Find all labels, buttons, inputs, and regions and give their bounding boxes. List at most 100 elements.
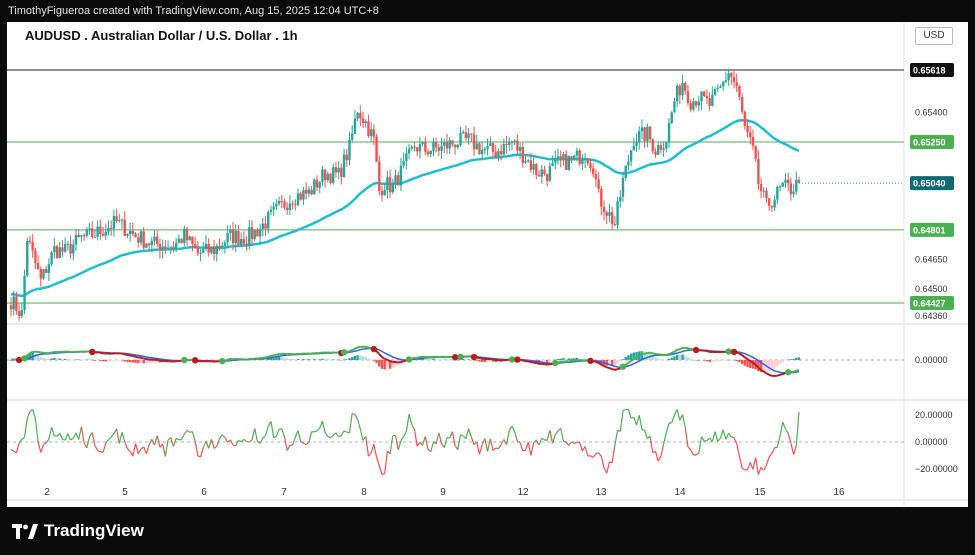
macd-hist-bar-42 bbox=[123, 360, 126, 362]
osc-seg-121 bbox=[335, 432, 340, 438]
level-label-2: 0.64801 bbox=[913, 225, 946, 235]
candle-body-17 bbox=[55, 246, 59, 258]
osc-seg-23 bbox=[70, 437, 74, 441]
candle-body-52 bbox=[150, 240, 154, 246]
macd-hist-bar-13 bbox=[45, 358, 48, 360]
macd-seg-149 bbox=[411, 357, 415, 360]
macd-cross-dot-5 bbox=[21, 355, 28, 362]
candle-body-225 bbox=[619, 196, 622, 202]
osc-seg-167 bbox=[460, 434, 464, 437]
candle-body-259 bbox=[711, 94, 714, 106]
osc-seg-38 bbox=[110, 433, 115, 438]
candle-body-5 bbox=[23, 275, 26, 311]
osc-seg-233 bbox=[638, 415, 643, 430]
candle-body-254 bbox=[697, 101, 701, 106]
candle-body-214 bbox=[589, 163, 592, 169]
chart-svg[interactable]: 0.65618 0.65250 0.64801 0.64427 0.65400 0.646… bbox=[7, 22, 968, 507]
osc-seg-129 bbox=[357, 419, 361, 430]
macd-seg-133 bbox=[368, 346, 372, 350]
macd-seg-229 bbox=[627, 360, 632, 364]
macd-hist-bar-23 bbox=[72, 359, 75, 361]
macd-seg-95 bbox=[265, 355, 269, 359]
macd-hist-bar-131 bbox=[364, 356, 367, 360]
osc-seg-189 bbox=[519, 442, 524, 452]
candle-body-194 bbox=[535, 164, 538, 176]
osc-seg-54 bbox=[153, 435, 158, 446]
macd-hist-bar-117 bbox=[326, 359, 330, 360]
candle-body-22 bbox=[69, 243, 72, 254]
macd-hist-bar-250 bbox=[686, 356, 690, 360]
macd-hist-bar-135 bbox=[375, 360, 378, 364]
candle-body-82 bbox=[231, 229, 235, 244]
candle-body-169 bbox=[467, 133, 470, 139]
osc-seg-186 bbox=[511, 425, 516, 432]
osc-seg-197 bbox=[541, 437, 545, 441]
candle-body-231 bbox=[635, 142, 638, 146]
macd-seg-192 bbox=[527, 360, 532, 364]
macd-hist-bar-260 bbox=[713, 360, 717, 362]
macd-hist-bar-161 bbox=[445, 359, 449, 361]
candle-body-217 bbox=[597, 179, 600, 189]
candle-body-204 bbox=[562, 154, 565, 160]
attribution-text: TimothyFigueroa created with TradingView… bbox=[8, 5, 379, 17]
macd-hist-bar-11 bbox=[39, 357, 42, 360]
x-tick-4: 8 bbox=[361, 487, 367, 498]
candle-body-112 bbox=[313, 179, 316, 195]
candle-body-160 bbox=[443, 142, 446, 146]
macd-hist-bar-160 bbox=[443, 359, 446, 361]
macd-hist-bar-50 bbox=[145, 360, 148, 364]
macd-seg-43 bbox=[124, 353, 128, 357]
macd-seg-143 bbox=[395, 361, 399, 364]
candle-body-107 bbox=[299, 193, 302, 200]
macd-cross-dot-68 bbox=[191, 357, 199, 364]
chart-panel[interactable]: 0.65618 0.65250 0.64801 0.64427 0.65400 0.646… bbox=[7, 22, 968, 507]
macd-hist-bar-287 bbox=[786, 359, 790, 360]
candle-body-136 bbox=[378, 161, 381, 191]
candle-body-242 bbox=[665, 142, 668, 149]
macd-hist-bar-202 bbox=[556, 358, 560, 360]
candle-body-265 bbox=[727, 73, 730, 81]
macd-hist-bar-176 bbox=[486, 360, 489, 362]
osc-seg-291 bbox=[795, 412, 800, 446]
macd-hist-bar-244 bbox=[670, 357, 673, 360]
macd-hist-bar-239 bbox=[656, 358, 660, 360]
osc-seg-97 bbox=[270, 421, 275, 438]
candle-body-195 bbox=[537, 175, 541, 177]
osc-seg-3 bbox=[15, 443, 20, 454]
candle-body-152 bbox=[421, 142, 424, 144]
candle-body-168 bbox=[464, 132, 468, 139]
x-tick-5: 9 bbox=[440, 487, 446, 498]
candle-body-163 bbox=[451, 140, 454, 145]
candle-body-182 bbox=[502, 144, 506, 155]
macd-hist-bar-16 bbox=[53, 358, 56, 360]
osc-seg-4 bbox=[18, 439, 23, 444]
osc-seg-130 bbox=[359, 428, 364, 441]
macd-seg-49 bbox=[140, 356, 145, 360]
osc-seg-128 bbox=[354, 414, 359, 420]
candle-body-47 bbox=[137, 237, 140, 243]
osc-seg-114 bbox=[316, 427, 321, 432]
macd-seg-22 bbox=[67, 350, 71, 354]
osc-seg-118 bbox=[327, 435, 331, 439]
osc-seg-51 bbox=[145, 444, 150, 454]
macd-seg-145 bbox=[400, 360, 404, 363]
candle-body-26 bbox=[80, 235, 83, 237]
candle-body-131 bbox=[364, 121, 367, 124]
macd-seg-221 bbox=[606, 366, 610, 370]
currency-selector[interactable]: USD bbox=[915, 27, 953, 45]
candle-body-21 bbox=[66, 243, 70, 245]
level-label-1: 0.65250 bbox=[913, 138, 946, 148]
candle-body-183 bbox=[505, 144, 508, 146]
macd-hist-bar-265 bbox=[727, 359, 730, 361]
osc-seg-62 bbox=[175, 437, 180, 441]
osc-seg-211 bbox=[579, 442, 583, 451]
macd-hist-bar-113 bbox=[315, 359, 319, 360]
macd-seg-283 bbox=[774, 374, 778, 378]
osc-seg-232 bbox=[635, 415, 640, 426]
candle-body-35 bbox=[104, 231, 107, 236]
osc-seg-252 bbox=[690, 449, 694, 456]
macd-hist-bar-173 bbox=[478, 360, 481, 362]
macd-hist-bar-253 bbox=[694, 360, 698, 361]
candle-body-268 bbox=[735, 82, 738, 87]
candle-body-175 bbox=[483, 149, 487, 151]
